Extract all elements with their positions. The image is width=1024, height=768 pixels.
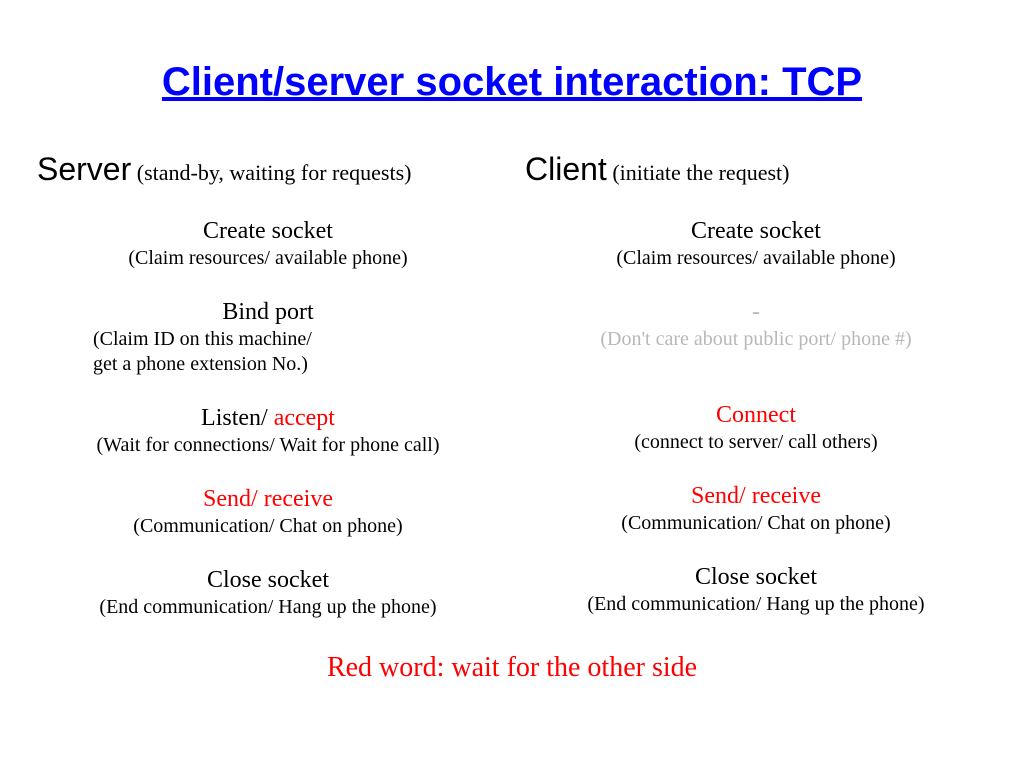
server-step-listen-pre: Listen/	[201, 405, 274, 431]
columns: Server (stand-by, waiting for requests) …	[24, 151, 1000, 646]
client-step-close-main: Close socket	[521, 562, 991, 592]
server-heading: Server (stand-by, waiting for requests)	[33, 151, 503, 188]
server-step-sendrecv-sub: (Communication/ Chat on phone)	[33, 514, 503, 539]
client-step-connect-main: Connect	[521, 400, 991, 430]
client-heading: Client (initiate the request)	[521, 151, 991, 188]
server-step-close-main: Close socket	[33, 565, 503, 595]
legend-red-word: Red word: wait for the other side	[24, 652, 1000, 684]
server-step-listen-main: Listen/ accept	[33, 403, 503, 433]
client-step-close-sub: (End communication/ Hang up the phone)	[521, 592, 991, 617]
server-step-bind-sub2: get a phone extension No.)	[33, 352, 503, 377]
client-step-connect-sub: (connect to server/ call others)	[521, 430, 991, 455]
server-step-bind-sub1: (Claim ID on this machine/	[33, 327, 503, 352]
server-step-sendrecv-main: Send/ receive	[33, 484, 503, 514]
client-step-noport-sub: (Don't care about public port/ phone #)	[521, 327, 991, 352]
server-step-create: Create socket (Claim resources/ availabl…	[33, 216, 503, 271]
client-step-connect: Connect (connect to server/ call others)	[521, 400, 991, 455]
server-heading-main: Server	[37, 151, 131, 187]
client-step-sendrecv-sub: (Communication/ Chat on phone)	[521, 511, 991, 536]
client-step-sendrecv: Send/ receive (Communication/ Chat on ph…	[521, 481, 991, 536]
server-step-sendrecv: Send/ receive (Communication/ Chat on ph…	[33, 484, 503, 539]
server-step-bind: Bind port (Claim ID on this machine/ get…	[33, 297, 503, 377]
server-step-create-main: Create socket	[33, 216, 503, 246]
client-step-close: Close socket (End communication/ Hang up…	[521, 562, 991, 617]
server-column: Server (stand-by, waiting for requests) …	[33, 151, 503, 646]
client-step-create-sub: (Claim resources/ available phone)	[521, 246, 991, 271]
client-step-create: Create socket (Claim resources/ availabl…	[521, 216, 991, 271]
client-step-noport-main: -	[521, 297, 991, 327]
server-step-listen-red: accept	[274, 405, 335, 431]
client-step-noport: - (Don't care about public port/ phone #…	[521, 297, 991, 352]
server-step-bind-main: Bind port	[33, 297, 503, 327]
client-step-create-main: Create socket	[521, 216, 991, 246]
slide-title: Client/server socket interaction: TCP	[24, 60, 1000, 105]
server-step-listen-sub: (Wait for connections/ Wait for phone ca…	[33, 433, 503, 458]
client-heading-main: Client	[525, 151, 607, 187]
server-step-create-sub: (Claim resources/ available phone)	[33, 246, 503, 271]
server-step-close-sub: (End communication/ Hang up the phone)	[33, 595, 503, 620]
server-heading-sub: (stand-by, waiting for requests)	[131, 160, 411, 185]
client-column: Client (initiate the request) Create soc…	[521, 151, 991, 646]
server-step-listen: Listen/ accept (Wait for connections/ Wa…	[33, 403, 503, 458]
server-step-close: Close socket (End communication/ Hang up…	[33, 565, 503, 620]
client-heading-sub: (initiate the request)	[607, 160, 790, 185]
client-step-sendrecv-main: Send/ receive	[521, 481, 991, 511]
